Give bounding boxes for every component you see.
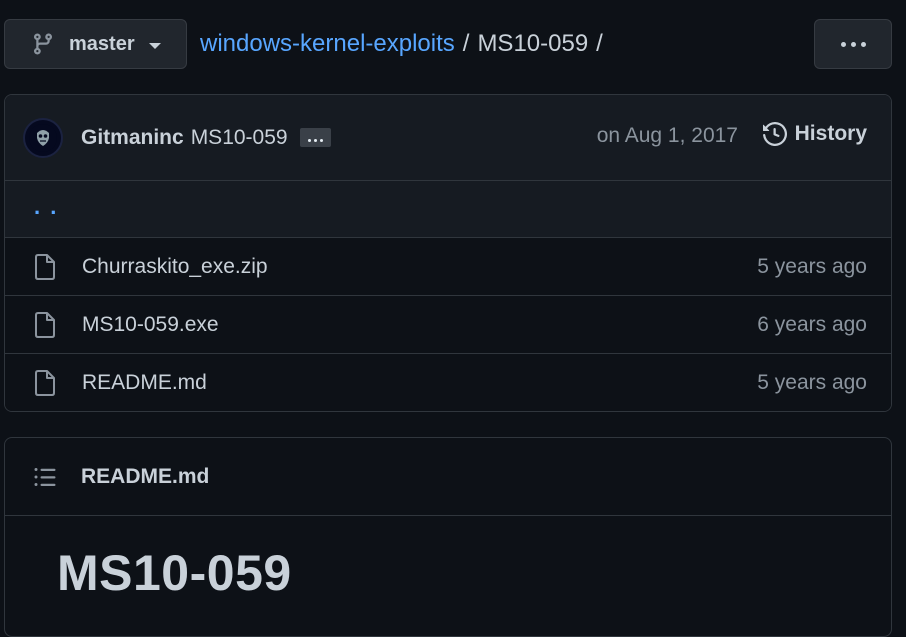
file-icon: [34, 253, 56, 280]
avatar[interactable]: [23, 117, 63, 158]
kebab-dot: [850, 41, 856, 47]
commit-date: on Aug 1, 2017: [596, 124, 738, 147]
file-name-link[interactable]: README.md: [82, 371, 207, 395]
file-row[interactable]: Churraskito_exe.zip 5 years ago: [5, 238, 891, 296]
readme-heading: MS10-059: [57, 545, 292, 601]
file-last-modified: 5 years ago: [757, 254, 867, 278]
breadcrumb-trailing-separator: /: [596, 30, 603, 57]
history-icon: [762, 122, 787, 146]
ellipsis-dot: [313, 139, 317, 142]
breadcrumb-current-dir: MS10-059: [477, 30, 589, 57]
history-label: History: [794, 122, 867, 145]
ellipsis-dot: [307, 139, 311, 142]
more-options-button[interactable]: [814, 19, 892, 69]
commit-author-link[interactable]: Gitmaninc: [81, 126, 184, 150]
branch-name: master: [69, 32, 135, 55]
readme-panel: README.md MS10-059: [4, 437, 892, 637]
file-name-link[interactable]: MS10-059.exe: [82, 313, 219, 337]
breadcrumb-separator: /: [462, 30, 470, 57]
readme-header: README.md: [5, 438, 891, 516]
kebab-horizontal-icon: [840, 41, 846, 47]
ellipsis-dot: [319, 139, 323, 142]
git-branch-icon: [31, 32, 55, 56]
readme-title: README.md: [81, 464, 210, 488]
commit-message-link[interactable]: MS10-059: [191, 126, 288, 150]
latest-commit-row: Gitmaninc MS10-059 on Aug 1, 2017 Histor…: [5, 95, 891, 181]
parent-directory-link[interactable]: . .: [34, 194, 58, 220]
file-last-modified: 6 years ago: [757, 312, 867, 336]
branch-select-button[interactable]: master: [4, 19, 187, 69]
breadcrumb: windows-kernel-exploits / MS10-059 /: [200, 30, 611, 58]
parent-directory-row[interactable]: . .: [5, 181, 891, 238]
file-name-link[interactable]: Churraskito_exe.zip: [82, 255, 268, 279]
file-listing: Gitmaninc MS10-059 on Aug 1, 2017 Histor…: [4, 94, 892, 412]
history-link[interactable]: History: [762, 122, 867, 146]
chevron-down-icon: [148, 42, 161, 49]
kebab-dot: [860, 41, 866, 47]
file-row[interactable]: README.md 5 years ago: [5, 354, 891, 411]
file-last-modified: 5 years ago: [757, 371, 867, 394]
list-unordered-icon[interactable]: [33, 465, 57, 489]
expand-commit-button[interactable]: [299, 128, 331, 147]
file-icon: [34, 370, 56, 396]
file-row[interactable]: MS10-059.exe 6 years ago: [5, 296, 891, 354]
file-icon: [34, 311, 56, 338]
breadcrumb-repo-link[interactable]: windows-kernel-exploits: [200, 30, 455, 58]
